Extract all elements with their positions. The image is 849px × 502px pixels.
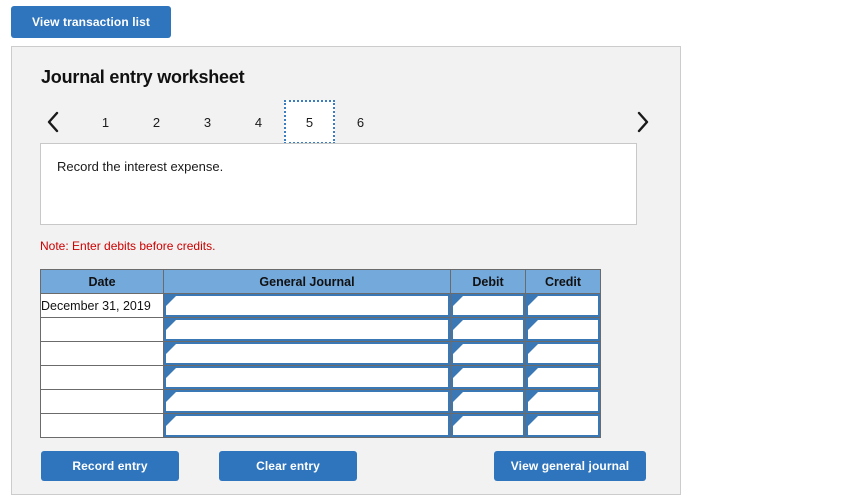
debit-input-box[interactable] [451,294,525,317]
table-row [40,389,601,414]
general-journal-input[interactable] [176,416,446,435]
general-journal-input-box[interactable] [164,294,450,317]
debits-before-credits-note: Note: Enter debits before credits. [40,239,216,253]
general-journal-cell[interactable] [163,365,451,390]
record-entry-button[interactable]: Record entry [41,451,179,481]
view-general-journal-button[interactable]: View general journal [494,451,646,481]
credit-input-box[interactable] [526,414,600,437]
worksheet-tab-3[interactable]: 3 [182,100,233,144]
table-row [40,317,601,342]
worksheet-tab-4-label: 4 [254,114,263,130]
debit-input[interactable] [463,296,521,315]
date-cell [40,365,164,390]
table-row [40,413,601,438]
worksheet-tab-2-label: 2 [152,114,161,130]
debit-input-box[interactable] [451,366,525,389]
credit-input-box[interactable] [526,366,600,389]
credit-input[interactable] [538,392,596,411]
credit-cell[interactable] [525,341,601,366]
worksheet-tab-list: 1 2 3 4 5 6 [80,100,386,144]
general-journal-cell[interactable] [163,413,451,438]
worksheet-pager: 1 2 3 4 5 6 [40,100,655,144]
debit-input[interactable] [463,320,521,339]
column-header-general-journal: General Journal [163,269,451,294]
general-journal-cell[interactable] [163,389,451,414]
table-header-row: Date General Journal Debit Credit [40,269,601,294]
worksheet-tab-1-label: 1 [101,114,110,130]
page-title: Journal entry worksheet [41,67,245,87]
date-cell [40,341,164,366]
credit-cell[interactable] [525,413,601,438]
credit-cell[interactable] [525,365,601,390]
date-cell [40,413,164,438]
page-root: View transaction list Journal entry work… [0,0,849,502]
general-journal-input-box[interactable] [164,318,450,341]
date-cell [40,389,164,414]
table-row: December 31, 2019 [40,293,601,318]
debit-input[interactable] [463,416,521,435]
credit-cell[interactable] [525,389,601,414]
general-journal-input[interactable] [176,296,446,315]
debit-input[interactable] [463,344,521,363]
worksheet-tab-2[interactable]: 2 [131,100,182,144]
general-journal-input-box[interactable] [164,390,450,413]
general-journal-cell[interactable] [163,341,451,366]
table-row [40,365,601,390]
credit-input[interactable] [538,320,596,339]
general-journal-input-box[interactable] [164,366,450,389]
debit-input-box[interactable] [451,342,525,365]
credit-cell[interactable] [525,317,601,342]
general-journal-input-box[interactable] [164,414,450,437]
credit-input-box[interactable] [526,294,600,317]
chevron-left-icon[interactable] [40,100,66,144]
credit-cell[interactable] [525,293,601,318]
table-row [40,341,601,366]
chevron-right-icon[interactable] [629,100,655,144]
column-header-credit: Credit [525,269,601,294]
debit-cell[interactable] [450,413,526,438]
worksheet-tab-1[interactable]: 1 [80,100,131,144]
debit-cell[interactable] [450,341,526,366]
worksheet-tab-6[interactable]: 6 [335,100,386,144]
credit-input-box[interactable] [526,342,600,365]
general-journal-input[interactable] [176,344,446,363]
general-journal-input[interactable] [176,320,446,339]
journal-entry-table: Date General Journal Debit Credit Decemb… [40,269,601,438]
instruction-text: Record the interest expense. [57,159,224,174]
clear-entry-button[interactable]: Clear entry [219,451,357,481]
debit-cell[interactable] [450,389,526,414]
column-header-debit: Debit [450,269,526,294]
date-cell [40,317,164,342]
worksheet-tab-5-label: 5 [305,114,314,130]
credit-input[interactable] [538,416,596,435]
debit-input-box[interactable] [451,390,525,413]
credit-input[interactable] [538,344,596,363]
general-journal-input-box[interactable] [164,342,450,365]
column-header-date: Date [40,269,164,294]
debit-input-box[interactable] [451,318,525,341]
credit-input-box[interactable] [526,390,600,413]
credit-input[interactable] [538,368,596,387]
general-journal-cell[interactable] [163,293,451,318]
general-journal-input[interactable] [176,368,446,387]
date-cell: December 31, 2019 [40,293,164,318]
debit-cell[interactable] [450,293,526,318]
worksheet-tab-3-label: 3 [203,114,212,130]
debit-input[interactable] [463,368,521,387]
debit-input-box[interactable] [451,414,525,437]
journal-entry-worksheet-panel: Journal entry worksheet 1 2 3 4 5 6 Reco… [11,46,681,495]
debit-cell[interactable] [450,317,526,342]
worksheet-tab-4[interactable]: 4 [233,100,284,144]
debit-cell[interactable] [450,365,526,390]
credit-input-box[interactable] [526,318,600,341]
worksheet-tab-5[interactable]: 5 [284,100,335,144]
worksheet-tab-6-label: 6 [356,114,365,130]
general-journal-input[interactable] [176,392,446,411]
debit-input[interactable] [463,392,521,411]
general-journal-cell[interactable] [163,317,451,342]
view-transaction-list-button[interactable]: View transaction list [11,6,171,38]
instruction-box: Record the interest expense. [40,143,637,225]
credit-input[interactable] [538,296,596,315]
